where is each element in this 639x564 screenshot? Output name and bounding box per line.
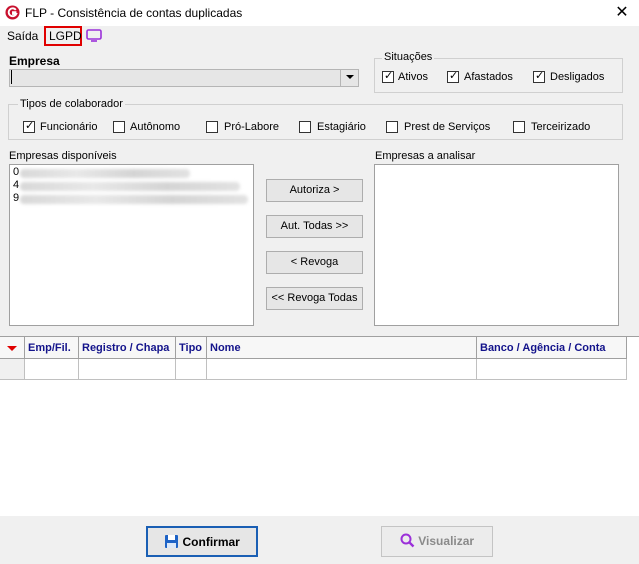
disponiveis-label: Empresas disponíveis: [9, 150, 117, 162]
search-icon: [400, 533, 415, 548]
checkbox-desligados[interactable]: ✓: [533, 70, 545, 83]
redacted-text: [20, 195, 248, 204]
empresa-combobox[interactable]: [9, 69, 359, 87]
save-disk-icon: [165, 535, 179, 548]
checkbox-estagiario[interactable]: [299, 121, 311, 133]
label-ativos: Ativos: [398, 71, 428, 83]
checkbox-ativos[interactable]: ✓: [382, 70, 394, 83]
visualizar-label: Visualizar: [418, 534, 475, 548]
label-autonomo: Autônomo: [130, 121, 181, 133]
situacoes-title: Situações: [382, 51, 435, 63]
grid-cell[interactable]: [477, 359, 627, 380]
check-mark-icon: ✓: [449, 70, 459, 82]
empresa-label: Empresa: [9, 54, 60, 68]
confirmar-button[interactable]: Confirmar: [146, 526, 258, 557]
list-item[interactable]: 9: [13, 192, 19, 204]
label-pro-labore: Pró-Labore: [224, 121, 280, 133]
app-logo-icon: [5, 5, 20, 20]
confirmar-label: Confirmar: [182, 535, 240, 549]
checkbox-afastados[interactable]: ✓: [447, 70, 459, 83]
visualizar-button[interactable]: Visualizar: [381, 526, 493, 557]
menu-saida[interactable]: Saída: [7, 29, 38, 43]
checkbox-prest-servicos[interactable]: [386, 121, 398, 133]
check-mark-icon: ✓: [384, 70, 394, 82]
grid-cell[interactable]: [25, 359, 79, 380]
tipos-title: Tipos de colaborador: [18, 98, 125, 110]
empresas-analisar-list[interactable]: [374, 164, 619, 326]
column-tipo[interactable]: Tipo: [176, 337, 207, 359]
monitor-icon[interactable]: [86, 29, 102, 42]
label-desligados: Desligados: [550, 71, 605, 83]
text-caret: [11, 70, 12, 84]
sort-arrow-icon: [7, 346, 17, 351]
label-afastados: Afastados: [464, 71, 513, 83]
column-nome[interactable]: Nome: [207, 337, 477, 359]
grid-cell[interactable]: [176, 359, 207, 380]
checkbox-autonomo[interactable]: [113, 121, 125, 133]
close-icon[interactable]: ✕: [610, 2, 634, 24]
checkbox-pro-labore[interactable]: [206, 121, 218, 133]
window-title: FLP - Consistência de contas duplicadas: [25, 6, 243, 20]
autoriza-todas-button[interactable]: Aut. Todas >>: [266, 215, 363, 238]
checkbox-terceirizado[interactable]: [513, 121, 525, 133]
autoriza-button[interactable]: Autoriza >: [266, 179, 363, 202]
column-emp-fil[interactable]: Emp/Fil.: [25, 337, 79, 359]
chevron-down-icon: [346, 75, 354, 79]
column-registro-chapa[interactable]: Registro / Chapa: [79, 337, 176, 359]
label-funcionario: Funcionário: [40, 121, 98, 133]
list-item[interactable]: 0: [13, 166, 19, 178]
footer-bar: [0, 516, 639, 564]
row-indicator[interactable]: [0, 359, 25, 380]
check-mark-icon: ✓: [25, 120, 35, 132]
revoga-todas-button[interactable]: << Revoga Todas: [266, 287, 363, 310]
grid-cell[interactable]: [207, 359, 477, 380]
grid-corner[interactable]: [0, 337, 25, 359]
analisar-label: Empresas a analisar: [375, 150, 476, 162]
redacted-text: [20, 169, 190, 178]
empresa-dropdown-button[interactable]: [340, 69, 359, 87]
grid-cell[interactable]: [79, 359, 176, 380]
revoga-button[interactable]: < Revoga: [266, 251, 363, 274]
check-mark-icon: ✓: [535, 70, 545, 82]
checkbox-funcionario[interactable]: ✓: [23, 120, 35, 133]
column-banco-agencia-conta[interactable]: Banco / Agência / Conta: [477, 337, 627, 359]
list-item[interactable]: 4: [13, 179, 19, 191]
menu-lgpd[interactable]: LGPD: [49, 29, 82, 43]
label-estagiario: Estagiário: [317, 121, 366, 133]
label-prest-servicos: Prest de Serviços: [404, 121, 491, 133]
redacted-text: [20, 182, 240, 191]
label-terceirizado: Terceirizado: [531, 121, 591, 133]
